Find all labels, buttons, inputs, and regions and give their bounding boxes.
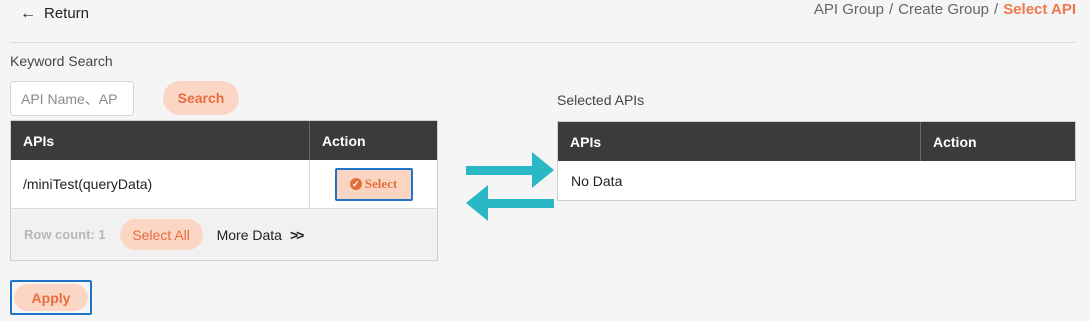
select-all-button[interactable]: Select All xyxy=(119,219,203,250)
table-row: /miniTest(queryData) ✓ Select xyxy=(11,160,437,209)
table-header: APIs Action xyxy=(11,121,437,160)
selected-apis-label: Selected APIs xyxy=(557,92,645,108)
transfer-arrows xyxy=(466,152,554,221)
select-button[interactable]: ✓ Select xyxy=(334,167,413,201)
column-header-action: Action xyxy=(933,133,977,150)
search-input[interactable] xyxy=(10,81,134,116)
arrow-right-icon[interactable] xyxy=(466,152,554,188)
table-header: APIs Action xyxy=(558,122,1075,161)
table-footer: Row count: 1 Select All More Data >> xyxy=(11,209,437,260)
breadcrumb: API Group / Create Group / Select API xyxy=(814,1,1076,18)
action-cell: ✓ Select xyxy=(310,160,437,208)
breadcrumb-separator: / xyxy=(994,1,999,18)
keyword-search-label: Keyword Search xyxy=(10,53,113,69)
select-button-label: Select xyxy=(364,176,398,191)
column-header-action: Action xyxy=(322,132,366,149)
breadcrumb-item-api-group[interactable]: API Group xyxy=(814,1,884,18)
column-header-apis: APIs xyxy=(558,122,921,161)
more-data-label: More Data xyxy=(216,226,282,243)
double-chevron-right-icon: >> xyxy=(289,226,304,243)
check-circle-icon: ✓ xyxy=(349,178,362,190)
breadcrumb-item-select-api: Select API xyxy=(1003,1,1076,18)
arrow-left-icon: ← xyxy=(20,4,36,22)
row-count: Row count: 1 xyxy=(24,227,106,242)
breadcrumb-separator: / xyxy=(888,1,894,18)
apply-button-label: Apply xyxy=(14,284,88,311)
empty-state: No Data xyxy=(571,172,623,189)
available-apis-table: APIs Action /miniTest(queryData) ✓ Selec… xyxy=(10,120,438,261)
search-button[interactable]: Search xyxy=(163,81,239,115)
breadcrumb-item-create-group[interactable]: Create Group xyxy=(898,1,989,18)
return-link[interactable]: ← Return xyxy=(20,5,89,22)
arrow-left-icon[interactable] xyxy=(466,185,554,221)
apply-button[interactable]: Apply xyxy=(10,280,92,315)
header-divider xyxy=(10,42,1076,43)
api-name-cell: /miniTest(queryData) xyxy=(11,160,310,208)
column-header-apis: APIs xyxy=(11,121,310,160)
more-data-link[interactable]: More Data >> xyxy=(216,226,305,243)
return-label: Return xyxy=(44,5,90,22)
selected-apis-table: APIs Action No Data xyxy=(557,121,1076,201)
